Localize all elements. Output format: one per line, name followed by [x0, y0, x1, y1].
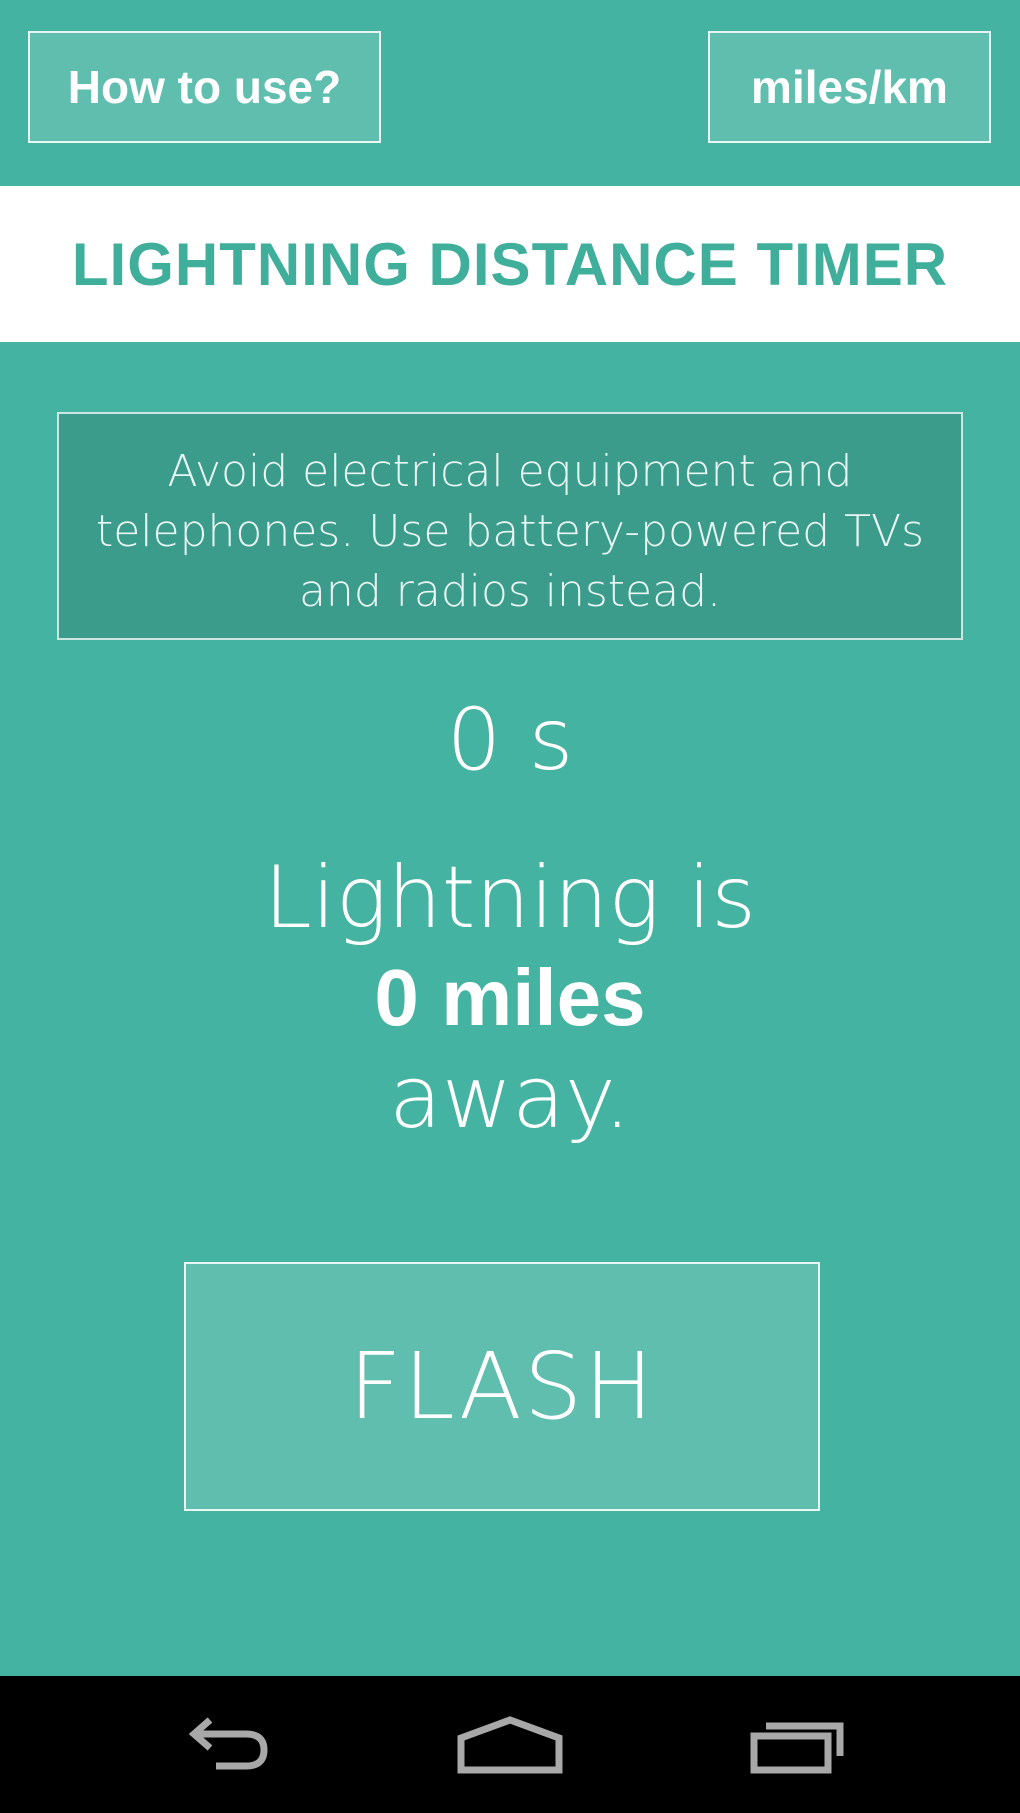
seconds-counter: 0 s — [446, 690, 574, 790]
how-to-use-button[interactable]: How to use? — [28, 31, 381, 143]
distance-value: 0 miles — [374, 953, 646, 1042]
home-icon[interactable] — [450, 1706, 570, 1786]
distance-readout: Lightning is 0 miles away. — [0, 848, 1020, 1148]
flash-button[interactable]: FLASH — [184, 1262, 820, 1511]
system-nav-bar — [0, 1676, 1020, 1813]
units-toggle-button[interactable]: miles/km — [708, 31, 991, 143]
page-title: LIGHTNING DISTANCE TIMER — [71, 230, 949, 298]
distance-suffix: away. — [389, 1048, 631, 1148]
distance-prefix: Lightning is — [263, 848, 757, 948]
safety-tip-box: Avoid electrical equipment and telephone… — [57, 412, 963, 640]
title-band: LIGHTNING DISTANCE TIMER — [0, 186, 1020, 342]
back-icon[interactable] — [166, 1706, 286, 1786]
recents-icon[interactable] — [738, 1706, 858, 1786]
top-bar: How to use? miles/km — [0, 0, 1020, 186]
